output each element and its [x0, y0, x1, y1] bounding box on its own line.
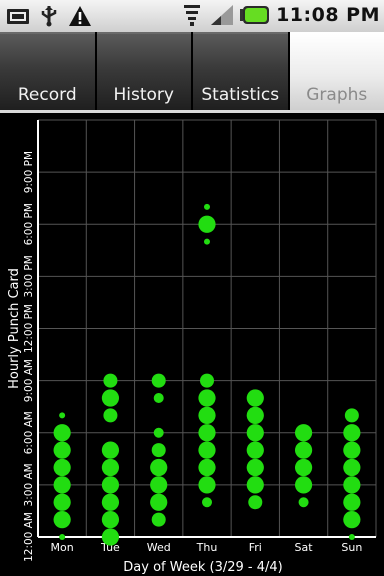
data-point — [153, 393, 164, 403]
tab-history-label: History — [113, 85, 174, 105]
x-tick-label: Fri — [249, 541, 262, 554]
tab-graphs[interactable]: Graphs — [289, 32, 384, 110]
data-point — [59, 412, 66, 419]
punch-card-chart: 12:00 AM 3:00 AM 6:00 AM 9:00 AM 12:00 PM 3:0… — [7, 119, 377, 575]
data-point — [198, 215, 216, 233]
data-point — [343, 493, 361, 511]
data-point — [150, 458, 168, 477]
y-tick-label: 12:00 AM — [23, 512, 35, 562]
data-point — [348, 534, 355, 540]
y-tick-label: 12:00 PM — [23, 304, 35, 353]
y-tick-label: 3:00 PM — [23, 255, 35, 297]
data-point — [294, 476, 313, 494]
tab-record[interactable]: Record — [0, 32, 95, 110]
data-point — [246, 476, 264, 494]
wifi-icon — [180, 4, 204, 26]
status-bar: 11:08 PM — [0, 0, 384, 32]
data-point — [198, 441, 216, 459]
data-point — [53, 458, 71, 477]
data-point — [294, 458, 313, 477]
data-point — [150, 476, 168, 494]
tab-history[interactable]: History — [96, 32, 191, 110]
y-axis-label: Hourly Punch Card — [7, 268, 22, 389]
x-axis-label: Day of Week (3/29 - 4/4) — [123, 560, 282, 575]
battery-icon — [240, 4, 270, 26]
tab-graphs-label: Graphs — [306, 85, 368, 105]
data-point — [343, 476, 361, 494]
data-point — [59, 534, 66, 540]
data-point — [343, 424, 361, 442]
data-point — [101, 458, 120, 477]
data-point — [53, 424, 71, 442]
data-point — [151, 373, 166, 388]
data-point — [151, 443, 166, 458]
data-point — [153, 427, 164, 438]
data-point — [246, 406, 264, 424]
signal-icon — [210, 4, 234, 26]
data-point — [202, 497, 212, 508]
x-tick-label: Thu — [196, 541, 218, 554]
x-tick-label: Wed — [147, 541, 171, 554]
data-point — [204, 203, 210, 210]
data-point — [101, 389, 120, 407]
data-point — [53, 493, 71, 511]
data-point — [198, 476, 216, 494]
y-tick-label: 9:00 PM — [23, 151, 35, 193]
data-point — [101, 528, 120, 546]
data-point — [294, 424, 313, 442]
tab-statistics[interactable]: Statistics — [193, 32, 288, 110]
y-tick-label: 6:00 PM — [23, 203, 35, 245]
usb-icon — [37, 5, 61, 27]
x-tick-label: Mon — [51, 541, 74, 554]
data-point — [53, 476, 71, 494]
data-point — [53, 511, 71, 529]
tab-record-label: Record — [17, 85, 77, 105]
data-point — [246, 424, 264, 442]
data-point — [343, 511, 361, 529]
x-tick-label: Sun — [341, 541, 362, 554]
data-point — [101, 493, 120, 511]
data-point — [101, 511, 120, 529]
data-point — [198, 458, 216, 477]
tab-bar: Record History Statistics Graphs — [0, 32, 384, 112]
data-point — [246, 389, 264, 407]
tab-statistics-label: Statistics — [201, 85, 280, 105]
sd-card-icon — [6, 5, 30, 27]
data-point — [101, 441, 120, 459]
data-point — [198, 424, 216, 442]
data-point — [343, 458, 361, 477]
data-point — [246, 441, 264, 459]
y-tick-label: 6:00 AM — [23, 411, 35, 454]
data-point — [343, 441, 361, 459]
y-tick-label: 9:00 AM — [23, 359, 35, 402]
x-tick-label: Sat — [295, 541, 314, 554]
data-point — [248, 495, 263, 510]
data-point — [150, 493, 168, 511]
data-point — [204, 238, 210, 245]
data-point — [344, 408, 359, 423]
data-point — [298, 497, 309, 508]
status-time: 11:08 PM — [276, 4, 380, 26]
y-tick-label: 3:00 AM — [23, 463, 35, 506]
data-point — [198, 406, 216, 424]
data-point — [294, 441, 313, 459]
data-point — [151, 512, 166, 527]
data-point — [246, 458, 264, 477]
warning-icon — [68, 5, 92, 27]
data-point — [101, 476, 120, 494]
data-point — [103, 373, 118, 388]
data-point — [198, 389, 216, 407]
data-point — [53, 441, 71, 459]
data-point — [200, 373, 214, 388]
data-point — [103, 408, 118, 423]
